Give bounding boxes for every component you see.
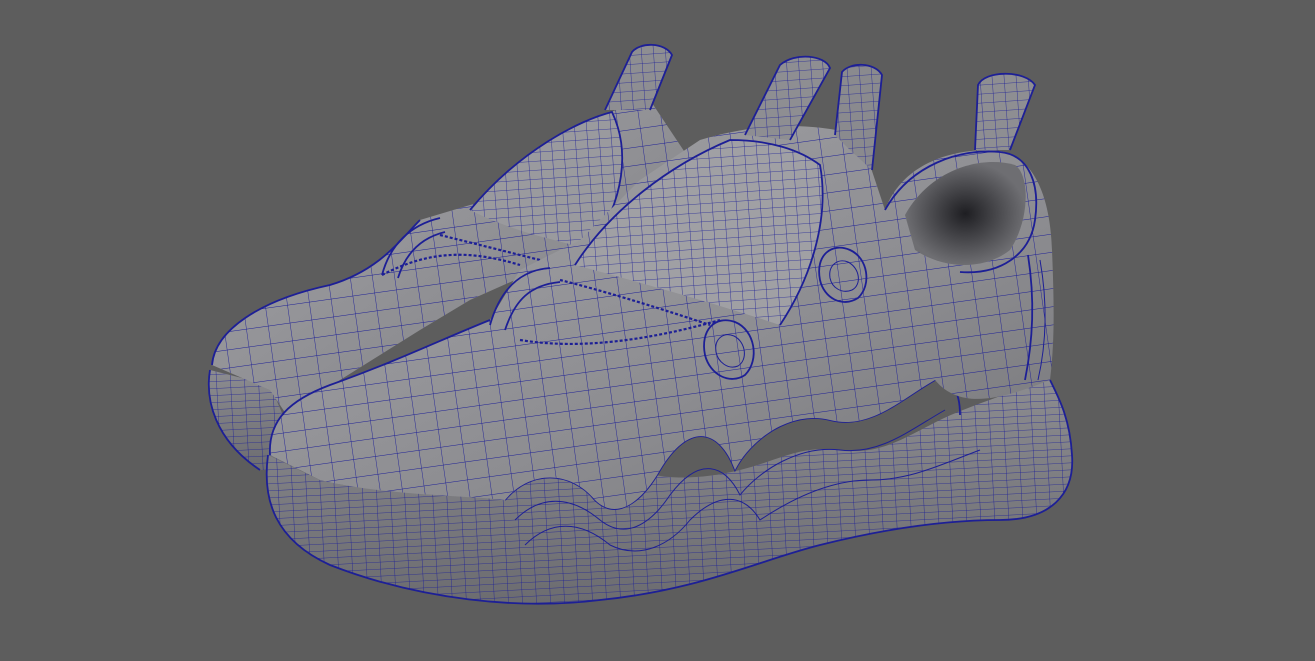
3d-viewport[interactable] bbox=[0, 0, 1315, 661]
shoe-pair-mesh[interactable] bbox=[0, 0, 1315, 661]
